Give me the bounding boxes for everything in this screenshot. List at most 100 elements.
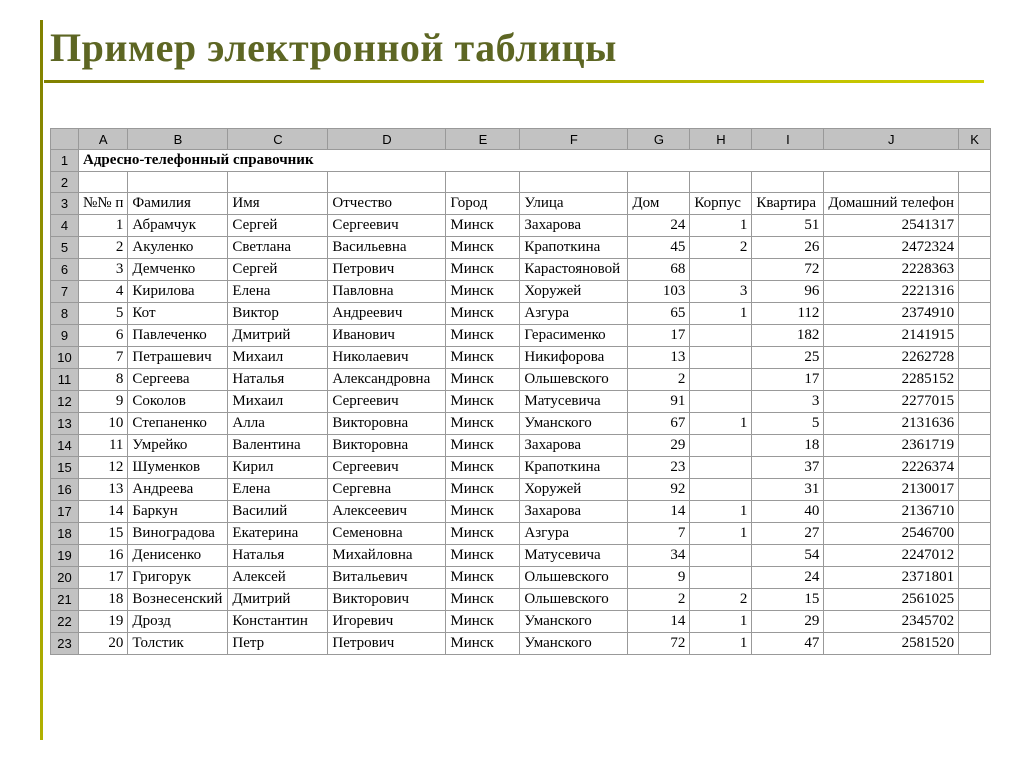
- field-header[interactable]: Дом: [628, 193, 690, 215]
- cell[interactable]: [690, 259, 752, 281]
- cell[interactable]: [959, 589, 991, 611]
- cell[interactable]: [824, 172, 959, 193]
- cell[interactable]: Алла: [228, 413, 328, 435]
- row-header[interactable]: 5: [51, 237, 79, 259]
- cell[interactable]: Алексей: [228, 567, 328, 589]
- cell[interactable]: [128, 172, 228, 193]
- table-row[interactable]: 1613АндрееваЕленаСергевнаМинскХоружей923…: [51, 479, 991, 501]
- cell[interactable]: Викторовна: [328, 413, 446, 435]
- cell[interactable]: 12: [79, 457, 128, 479]
- cell[interactable]: 3: [690, 281, 752, 303]
- cell[interactable]: 47: [752, 633, 824, 655]
- row-header[interactable]: 15: [51, 457, 79, 479]
- cell[interactable]: 29: [628, 435, 690, 457]
- cell[interactable]: [628, 172, 690, 193]
- column-header-C[interactable]: C: [228, 129, 328, 150]
- cell[interactable]: Минск: [446, 281, 520, 303]
- row-header[interactable]: 23: [51, 633, 79, 655]
- cell[interactable]: Елена: [228, 479, 328, 501]
- cell[interactable]: [959, 391, 991, 413]
- cell[interactable]: Минск: [446, 303, 520, 325]
- cell[interactable]: 92: [628, 479, 690, 501]
- cell[interactable]: 31: [752, 479, 824, 501]
- cell[interactable]: Матусевича: [520, 545, 628, 567]
- column-header-E[interactable]: E: [446, 129, 520, 150]
- cell[interactable]: Вознесенский: [128, 589, 228, 611]
- cell[interactable]: Хоружей: [520, 479, 628, 501]
- cell[interactable]: [690, 325, 752, 347]
- cell[interactable]: 2361719: [824, 435, 959, 457]
- cell[interactable]: 15: [79, 523, 128, 545]
- cell[interactable]: Карастояновой: [520, 259, 628, 281]
- field-header[interactable]: Имя: [228, 193, 328, 215]
- cell[interactable]: Наталья: [228, 369, 328, 391]
- cell[interactable]: 25: [752, 347, 824, 369]
- cell[interactable]: [959, 457, 991, 479]
- cell[interactable]: [690, 479, 752, 501]
- cell[interactable]: Павлеченко: [128, 325, 228, 347]
- cell[interactable]: 17: [79, 567, 128, 589]
- cell[interactable]: Ольшевского: [520, 589, 628, 611]
- row-header[interactable]: 1: [51, 150, 79, 172]
- cell[interactable]: [690, 391, 752, 413]
- cell[interactable]: 103: [628, 281, 690, 303]
- cell[interactable]: 96: [752, 281, 824, 303]
- cell[interactable]: [520, 172, 628, 193]
- row-header[interactable]: 8: [51, 303, 79, 325]
- cell[interactable]: 17: [752, 369, 824, 391]
- cell[interactable]: Григорук: [128, 567, 228, 589]
- cell[interactable]: 2141915: [824, 325, 959, 347]
- cell[interactable]: 1: [79, 215, 128, 237]
- table-row[interactable]: 1411УмрейкоВалентинаВикторовнаМинскЗахар…: [51, 435, 991, 457]
- table-row[interactable]: 2320ТолстикПетрПетровичМинскУманского721…: [51, 633, 991, 655]
- cell[interactable]: Петрашевич: [128, 347, 228, 369]
- field-header[interactable]: Квартира: [752, 193, 824, 215]
- cell[interactable]: 17: [628, 325, 690, 347]
- cell[interactable]: Денисенко: [128, 545, 228, 567]
- cell[interactable]: [79, 172, 128, 193]
- cell[interactable]: 112: [752, 303, 824, 325]
- cell[interactable]: 2136710: [824, 501, 959, 523]
- cell[interactable]: Никифорова: [520, 347, 628, 369]
- row-header[interactable]: 4: [51, 215, 79, 237]
- cell[interactable]: 10: [79, 413, 128, 435]
- cell[interactable]: Валентина: [228, 435, 328, 457]
- cell[interactable]: 14: [79, 501, 128, 523]
- cell[interactable]: [959, 237, 991, 259]
- cell[interactable]: Светлана: [228, 237, 328, 259]
- table-row[interactable]: 1916ДенисенкоНатальяМихайловнаМинскМатус…: [51, 545, 991, 567]
- cell[interactable]: 8: [79, 369, 128, 391]
- cell[interactable]: Уманского: [520, 633, 628, 655]
- cell[interactable]: Хоружей: [520, 281, 628, 303]
- cell[interactable]: [959, 545, 991, 567]
- cell[interactable]: 2561025: [824, 589, 959, 611]
- field-header[interactable]: Город: [446, 193, 520, 215]
- cell[interactable]: Наталья: [228, 545, 328, 567]
- row-header[interactable]: 3: [51, 193, 79, 215]
- cell[interactable]: 2: [628, 369, 690, 391]
- cell[interactable]: 2277015: [824, 391, 959, 413]
- row-header[interactable]: 17: [51, 501, 79, 523]
- row-header[interactable]: 2: [51, 172, 79, 193]
- table-row[interactable]: 74КириловаЕленаПавловнаМинскХоружей10339…: [51, 281, 991, 303]
- row-header[interactable]: 12: [51, 391, 79, 413]
- cell[interactable]: 37: [752, 457, 824, 479]
- cell[interactable]: 18: [79, 589, 128, 611]
- column-header-B[interactable]: B: [128, 129, 228, 150]
- cell[interactable]: [752, 172, 824, 193]
- cell[interactable]: Михайловна: [328, 545, 446, 567]
- cell[interactable]: 3: [752, 391, 824, 413]
- cell[interactable]: Ольшевского: [520, 567, 628, 589]
- cell[interactable]: 16: [79, 545, 128, 567]
- cell[interactable]: [959, 259, 991, 281]
- cell[interactable]: [959, 303, 991, 325]
- column-header-K[interactable]: K: [959, 129, 991, 150]
- row-header[interactable]: 13: [51, 413, 79, 435]
- cell[interactable]: Петрович: [328, 633, 446, 655]
- cell[interactable]: 7: [79, 347, 128, 369]
- cell[interactable]: Дмитрий: [228, 589, 328, 611]
- column-header-J[interactable]: J: [824, 129, 959, 150]
- cell[interactable]: 1: [690, 501, 752, 523]
- cell[interactable]: Алексеевич: [328, 501, 446, 523]
- table-row[interactable]: 85КотВикторАндреевичМинскАзгура651112237…: [51, 303, 991, 325]
